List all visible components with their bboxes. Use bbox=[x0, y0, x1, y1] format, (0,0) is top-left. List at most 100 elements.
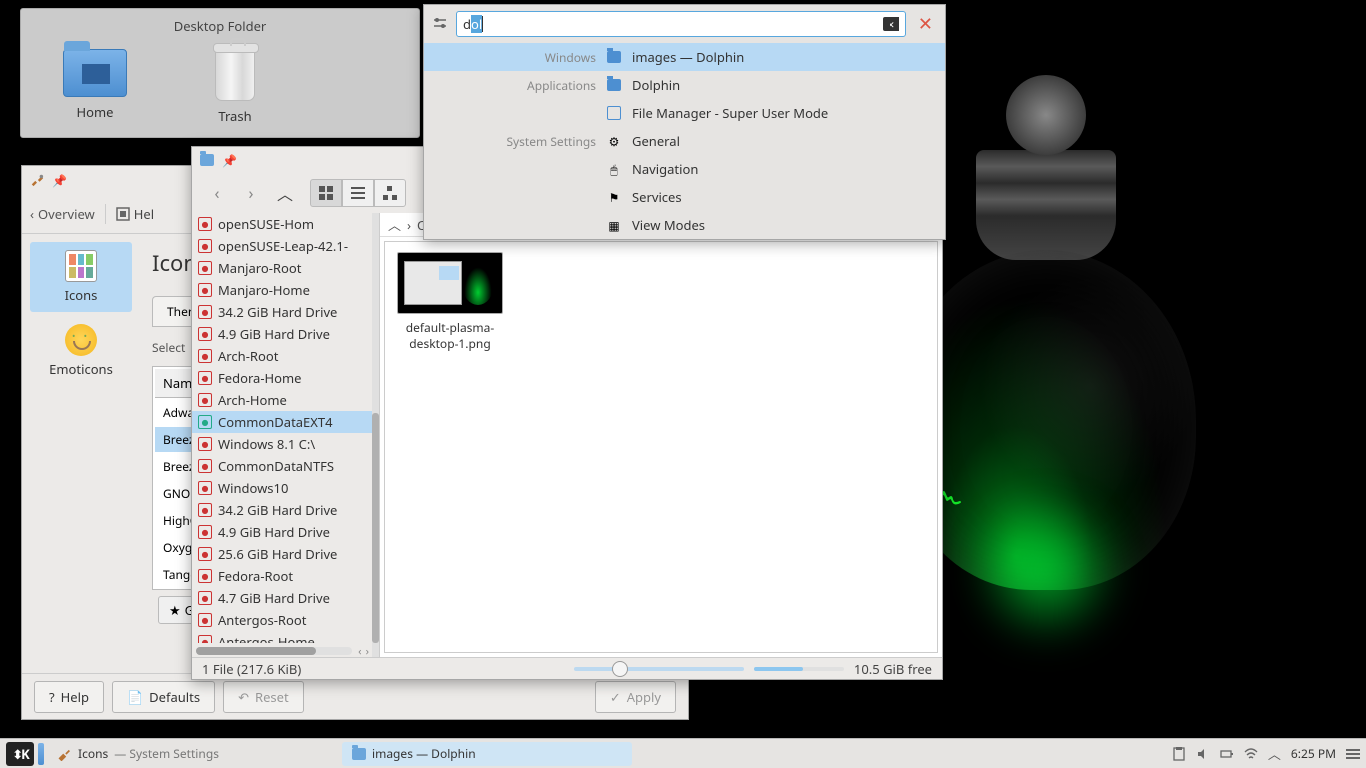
view-details-button[interactable] bbox=[374, 179, 406, 207]
scroll-left-icon[interactable]: ‹ bbox=[356, 644, 363, 658]
defaults-button[interactable]: 📄Defaults bbox=[112, 681, 215, 713]
help-icon: ? bbox=[49, 688, 55, 706]
place-item[interactable]: ●Fedora-Root bbox=[192, 565, 373, 587]
view-icons-button[interactable] bbox=[310, 179, 342, 207]
drive-icon: ● bbox=[198, 613, 212, 627]
place-item[interactable]: ●Manjaro-Home bbox=[192, 279, 373, 301]
place-item[interactable]: ●34.2 GiB Hard Drive bbox=[192, 499, 373, 521]
task-dolphin[interactable]: images — Dolphin bbox=[342, 742, 632, 766]
settings-sidebar: Icons Emoticons bbox=[22, 234, 140, 673]
desktop-icon-trash[interactable]: Trash bbox=[215, 49, 255, 125]
volume-icon[interactable] bbox=[1196, 747, 1210, 761]
battery-icon[interactable] bbox=[1220, 747, 1234, 761]
result-label: File Manager - Super User Mode bbox=[632, 104, 828, 122]
krunner-result-item[interactable]: 🖱Navigation bbox=[424, 155, 945, 183]
place-item[interactable]: ●4.9 GiB Hard Drive bbox=[192, 521, 373, 543]
tray-expand-icon[interactable]: ︿ bbox=[1268, 744, 1281, 763]
place-item[interactable]: ●25.6 GiB Hard Drive bbox=[192, 543, 373, 565]
place-item[interactable]: ●openSUSE-Leap-42.1- bbox=[192, 235, 373, 257]
place-item[interactable]: ●Arch-Home bbox=[192, 389, 373, 411]
place-item[interactable]: ●Windows 8.1 C:\ bbox=[192, 433, 373, 455]
nav-up-button[interactable]: ︿ bbox=[270, 178, 300, 208]
drive-icon: ● bbox=[198, 547, 212, 561]
desktop-icon-home[interactable]: Home bbox=[63, 49, 127, 125]
place-item[interactable]: ●4.7 GiB Hard Drive bbox=[192, 587, 373, 609]
krunner-result-item[interactable]: ▦ View Modes bbox=[424, 211, 945, 239]
close-icon[interactable]: ✕ bbox=[914, 12, 937, 36]
place-item[interactable]: ●4.9 GiB Hard Drive bbox=[192, 323, 373, 345]
clear-input-icon[interactable]: ✕ bbox=[883, 17, 899, 31]
places-scrollbar-horizontal[interactable]: ‹ › bbox=[192, 645, 371, 657]
system-tray: ︿ 6:25 PM bbox=[1172, 744, 1360, 763]
drive-icon: ● bbox=[198, 371, 212, 385]
sidebar-item-emoticons[interactable]: Emoticons bbox=[30, 316, 132, 386]
krunner-result-item[interactable]: Windowsimages — Dolphin bbox=[424, 43, 945, 71]
pin-icon[interactable]: 📌 bbox=[222, 152, 237, 169]
trash-icon bbox=[215, 49, 255, 101]
file-item[interactable]: default-plasma-desktop-1.png bbox=[395, 252, 505, 352]
place-item[interactable]: ●34.2 GiB Hard Drive bbox=[192, 301, 373, 323]
chevron-up-icon[interactable]: ︿ bbox=[388, 215, 401, 234]
file-icon-view[interactable]: default-plasma-desktop-1.png bbox=[384, 241, 938, 653]
help-button[interactable]: ?Help bbox=[34, 681, 104, 713]
sidebar-item-icons[interactable]: Icons bbox=[30, 242, 132, 312]
krunner-result-item[interactable]: ⚑ Services bbox=[424, 183, 945, 211]
drive-icon: ● bbox=[198, 305, 212, 319]
drive-icon: ● bbox=[198, 635, 212, 643]
taskbar: ⬍K Icons — System Settings images — Dolp… bbox=[0, 738, 1366, 768]
result-category: Windows bbox=[434, 49, 596, 66]
krunner-results-list: Windowsimages — DolphinApplicationsDolph… bbox=[424, 43, 945, 239]
dolphin-window-icon bbox=[200, 154, 214, 166]
desktop-folder-widget: Desktop Folder Home Trash bbox=[20, 8, 420, 138]
krunner-result-item[interactable]: File Manager - Super User Mode bbox=[424, 99, 945, 127]
place-item[interactable]: ●Windows10 bbox=[192, 477, 373, 499]
result-label: Navigation bbox=[632, 160, 698, 178]
pin-icon[interactable]: 📌 bbox=[52, 172, 67, 189]
nav-back-button[interactable]: ‹ bbox=[202, 178, 232, 208]
place-item[interactable]: ●Arch-Root bbox=[192, 345, 373, 367]
result-category: System Settings bbox=[434, 133, 596, 150]
view-compact-button[interactable] bbox=[342, 179, 374, 207]
activity-strip[interactable] bbox=[38, 743, 44, 765]
flag-icon: ⚑ bbox=[606, 189, 622, 205]
application-launcher-button[interactable]: ⬍K bbox=[6, 742, 34, 766]
krunner-settings-icon[interactable] bbox=[432, 16, 448, 32]
places-scrollbar-vertical[interactable] bbox=[372, 213, 379, 657]
help-menu[interactable]: Hel bbox=[116, 205, 154, 223]
task-system-settings[interactable]: Icons — System Settings bbox=[48, 742, 338, 766]
document-icon: 📄 bbox=[127, 688, 143, 706]
result-label: View Modes bbox=[632, 216, 705, 234]
krunner-result-item[interactable]: ApplicationsDolphin bbox=[424, 71, 945, 99]
drive-icon: ● bbox=[198, 503, 212, 517]
grid-icon: ▦ bbox=[606, 217, 622, 233]
panel-menu-icon[interactable] bbox=[1346, 749, 1360, 759]
result-label: Services bbox=[632, 188, 682, 206]
clock[interactable]: 6:25 PM bbox=[1291, 745, 1336, 762]
nav-forward-button[interactable]: › bbox=[236, 178, 266, 208]
drive-icon: ● bbox=[198, 415, 212, 429]
dolphin-status-bar: 1 File (217.6 KiB) 10.5 GiB free bbox=[192, 657, 942, 679]
place-item[interactable]: ●Antergos-Root bbox=[192, 609, 373, 631]
drive-icon: ● bbox=[198, 481, 212, 495]
wifi-icon[interactable] bbox=[1244, 747, 1258, 761]
dolphin-main-view: ︿ › Com default-plasma-desktop-1.png bbox=[380, 213, 942, 657]
back-button[interactable]: ‹ Overview bbox=[30, 205, 95, 223]
chevron-left-icon: ‹ bbox=[30, 205, 34, 223]
apply-button: ✓Apply bbox=[595, 681, 676, 713]
krunner-search-input[interactable]: dol ✕ bbox=[456, 11, 906, 37]
place-item[interactable]: ●openSUSE-Hom bbox=[192, 213, 373, 235]
place-item[interactable]: ●Manjaro-Root bbox=[192, 257, 373, 279]
place-item[interactable]: ●CommonDataNTFS bbox=[192, 455, 373, 477]
scroll-right-icon[interactable]: › bbox=[364, 644, 371, 658]
clipboard-icon[interactable] bbox=[1172, 747, 1186, 761]
zoom-slider[interactable] bbox=[574, 667, 744, 671]
drive-icon: ● bbox=[198, 261, 212, 275]
reset-button: ↶Reset bbox=[223, 681, 304, 713]
drive-icon: ● bbox=[198, 437, 212, 451]
place-item[interactable]: ●Fedora-Home bbox=[192, 367, 373, 389]
place-item[interactable]: ●Antergos-Home bbox=[192, 631, 373, 643]
krunner-result-item[interactable]: System Settings⚙General bbox=[424, 127, 945, 155]
place-item[interactable]: ●CommonDataEXT4 bbox=[192, 411, 373, 433]
drive-icon: ● bbox=[198, 591, 212, 605]
disk-usage-bar bbox=[754, 667, 844, 671]
